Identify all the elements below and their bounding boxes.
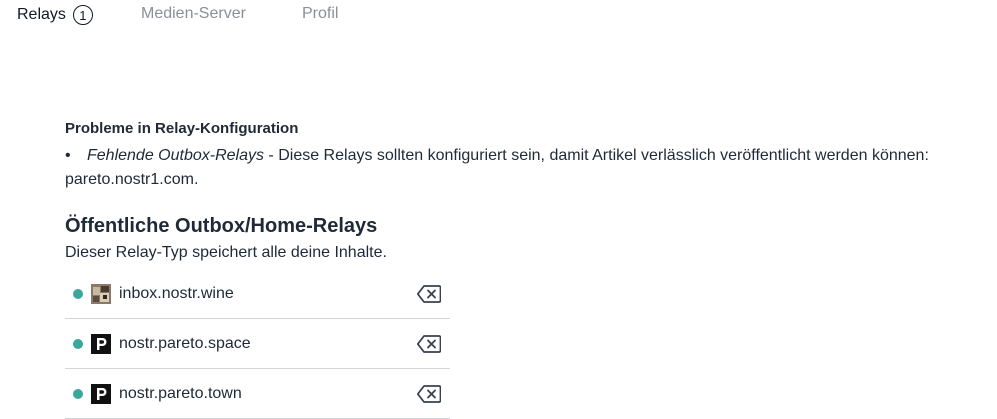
- bullet: •: [65, 147, 71, 164]
- problem-emphasis: Fehlende Outbox-Relays: [87, 147, 264, 164]
- section-description: Dieser Relay-Typ speichert alle deine In…: [65, 244, 387, 261]
- relay-name: inbox.nostr.wine: [119, 284, 234, 302]
- relay-list: inbox.nostr.wine nostr.pareto.space nost…: [65, 269, 450, 419]
- backspace-icon: [417, 284, 441, 303]
- tab-relays-count-badge: 1: [72, 5, 93, 25]
- problem-item: • Fehlende Outbox-Relays - Diese Relays s…: [65, 144, 990, 192]
- relay-name: nostr.pareto.town: [119, 384, 242, 402]
- status-dot: [73, 388, 83, 399]
- tab-profile-label: Profil: [302, 5, 339, 22]
- status-dot: [73, 288, 83, 299]
- remove-relay-button[interactable]: [416, 334, 442, 354]
- remove-relay-button[interactable]: [416, 384, 442, 404]
- pareto-p-icon: [91, 383, 111, 404]
- status-dot: [73, 338, 83, 349]
- tab-relays[interactable]: Relays 1: [17, 5, 93, 25]
- section-title: Öffentliche Outbox/Home-Relays: [65, 215, 378, 237]
- relay-row: nostr.pareto.space: [65, 319, 450, 369]
- wine-relay-icon: [91, 283, 111, 304]
- tab-profile[interactable]: Profil: [302, 5, 338, 23]
- relay-name: nostr.pareto.space: [119, 334, 251, 352]
- relay-row: nostr.pareto.town: [65, 369, 450, 419]
- problems-title: Probleme in Relay-Konfiguration: [65, 120, 299, 137]
- backspace-icon: [417, 334, 441, 353]
- pareto-p-icon: [91, 333, 111, 354]
- remove-relay-button[interactable]: [416, 284, 442, 304]
- tab-media-server[interactable]: Medien-Server: [141, 5, 246, 23]
- tab-relays-label: Relays: [17, 6, 66, 23]
- relay-row: inbox.nostr.wine: [65, 269, 450, 319]
- backspace-icon: [417, 384, 441, 403]
- tab-media-server-label: Medien-Server: [141, 5, 246, 22]
